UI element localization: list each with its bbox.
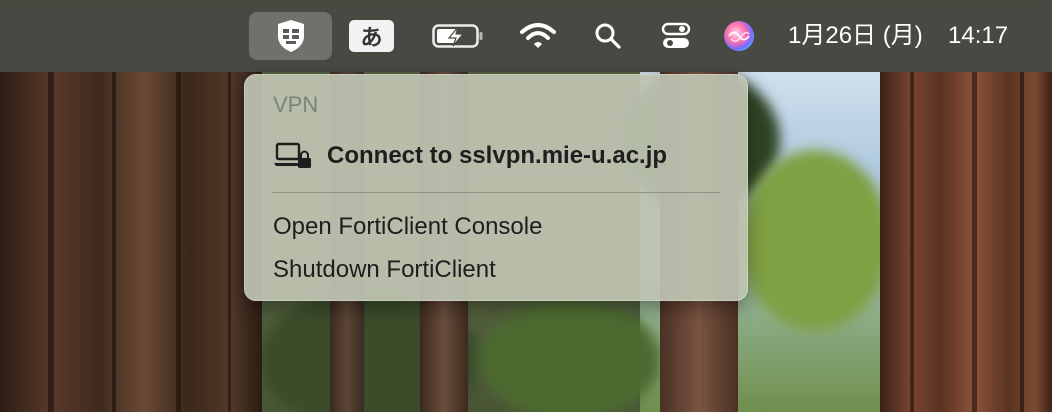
forticlient-menu-extra[interactable]	[249, 12, 332, 60]
bark-stripe	[972, 72, 977, 412]
bark-stripe	[1020, 72, 1024, 412]
wallpaper-trunk	[880, 72, 1052, 412]
bark-stripe	[228, 72, 231, 412]
open-console-label: Open FortiClient Console	[273, 213, 543, 240]
bark-stripe	[48, 72, 54, 412]
input-method-icon[interactable]: あ	[349, 20, 394, 52]
bark-stripe	[176, 72, 181, 412]
siri-icon	[724, 21, 754, 51]
siri-button[interactable]	[720, 12, 758, 60]
forticlient-dropdown-menu: VPN Connect to sslvpn.mie-u.ac.jp Open F…	[244, 74, 748, 301]
control-center-icon	[661, 22, 691, 48]
control-center-button[interactable]	[656, 12, 696, 60]
bark-stripe	[910, 72, 914, 412]
search-icon	[595, 23, 621, 49]
vpn-section-header: VPN	[273, 92, 319, 117]
laptop-lock-icon	[273, 142, 313, 170]
bark-stripe	[112, 72, 116, 412]
shutdown-menu-item[interactable]: Shutdown FortiClient	[244, 250, 748, 290]
menu-separator	[272, 192, 720, 193]
battery-charging-icon	[432, 24, 483, 48]
connect-vpn-menu-item[interactable]: Connect to sslvpn.mie-u.ac.jp	[244, 136, 748, 176]
wallpaper-foliage	[480, 300, 660, 412]
wallpaper-foliage	[740, 150, 890, 330]
shutdown-label: Shutdown FortiClient	[273, 256, 496, 283]
battery-status[interactable]	[430, 12, 486, 60]
wifi-icon	[520, 23, 556, 48]
forticlient-shield-icon	[277, 20, 304, 52]
open-console-menu-item[interactable]: Open FortiClient Console	[244, 207, 748, 247]
wifi-status[interactable]	[518, 12, 558, 60]
connect-vpn-label: Connect to sslvpn.mie-u.ac.jp	[327, 142, 668, 169]
menu-bar-time[interactable]: 14:17	[948, 18, 1008, 54]
wallpaper-trunk	[0, 72, 262, 412]
spotlight-button[interactable]	[590, 12, 626, 60]
input-method-label: あ	[360, 25, 383, 50]
menu-bar-date[interactable]: 1月26日 (月)	[788, 18, 923, 54]
menu-bar: あ 1月26日 (月) 14:17	[0, 0, 1052, 72]
